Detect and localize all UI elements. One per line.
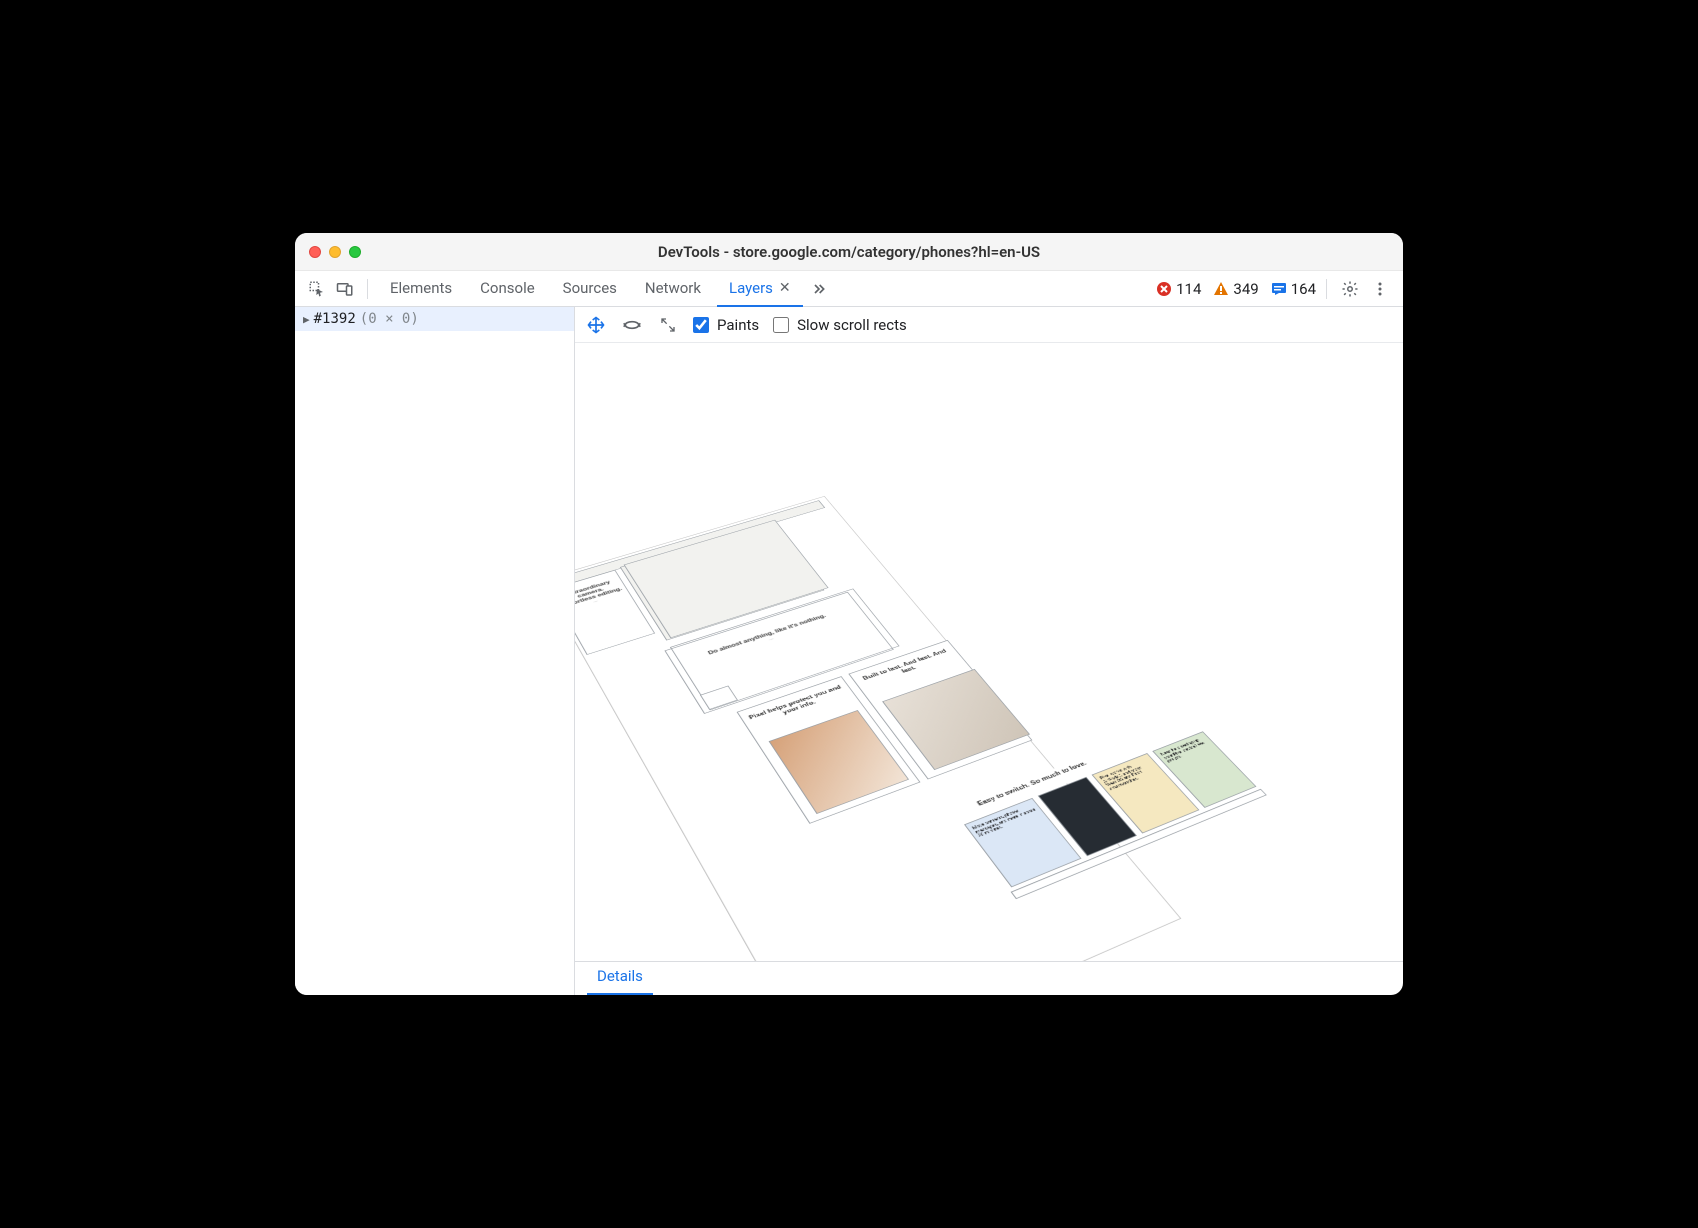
details-tab[interactable]: Details: [587, 959, 653, 995]
titlebar: DevTools - store.google.com/category/pho…: [295, 233, 1403, 271]
slow-scroll-checkbox[interactable]: Slow scroll rects: [773, 316, 907, 334]
inspect-element-icon[interactable]: [305, 277, 329, 301]
more-tabs-icon[interactable]: [807, 277, 831, 301]
tab-layers[interactable]: Layers ✕: [717, 271, 803, 307]
toolbar-separator: [1326, 279, 1327, 299]
card-green-text: Need help setting up your Pixel device? …: [1160, 737, 1212, 764]
error-count[interactable]: 114: [1156, 280, 1201, 298]
content-area: ▶ #1392 (0 × 0): [295, 307, 1403, 995]
error-icon: [1156, 281, 1172, 297]
disclosure-triangle-icon[interactable]: ▶: [303, 313, 310, 326]
close-tab-icon[interactable]: ✕: [779, 280, 791, 296]
layers-main: Paints Slow scroll rects Extraordina: [575, 307, 1403, 995]
tab-console[interactable]: Console: [468, 271, 547, 307]
devtools-toolbar: Elements Console Sources Network Layers …: [295, 271, 1403, 307]
layers-3d-viewport[interactable]: Extraordinary camera. Effortless editing…: [575, 343, 1403, 961]
warning-count[interactable]: 349: [1213, 280, 1258, 298]
status-group: 114 349 164: [1156, 280, 1316, 298]
tab-sources[interactable]: Sources: [551, 271, 629, 307]
tab-elements[interactable]: Elements: [378, 271, 464, 307]
tab-network[interactable]: Network: [633, 271, 713, 307]
paints-checkbox-input[interactable]: [693, 317, 709, 333]
message-count[interactable]: 164: [1271, 280, 1316, 298]
layers-3d-scene: Extraordinary camera. Effortless editing…: [615, 343, 1315, 961]
traffic-lights: [309, 246, 361, 258]
minimize-window-button[interactable]: [329, 246, 341, 258]
warning-icon: [1213, 281, 1229, 297]
devtools-window: DevTools - store.google.com/category/pho…: [295, 233, 1403, 995]
layer-id: #1392: [314, 311, 356, 327]
zoom-window-button[interactable]: [349, 246, 361, 258]
window-title: DevTools - store.google.com/category/pho…: [658, 243, 1040, 261]
slow-scroll-checkbox-input[interactable]: [773, 317, 789, 333]
layers-toolbar: Paints Slow scroll rects: [575, 307, 1403, 343]
device-toolbar-icon[interactable]: [333, 277, 357, 301]
more-options-icon[interactable]: [1367, 276, 1393, 302]
details-tabbar: Details: [575, 961, 1403, 995]
paints-checkbox[interactable]: Paints: [693, 316, 759, 334]
settings-icon[interactable]: [1337, 276, 1363, 302]
rotate-tool-icon[interactable]: [621, 314, 643, 336]
reset-view-icon[interactable]: [657, 314, 679, 336]
close-window-button[interactable]: [309, 246, 321, 258]
pan-tool-icon[interactable]: [585, 314, 607, 336]
card-yellow-text: Pixel works with AirPods® and most Wear …: [1100, 759, 1160, 792]
message-icon: [1271, 281, 1287, 297]
layer-dims: (0 × 0): [360, 311, 419, 327]
toolbar-separator: [367, 279, 368, 299]
layer-tree-root[interactable]: ▶ #1392 (0 × 0): [295, 307, 574, 331]
layers-tree[interactable]: ▶ #1392 (0 × 0): [295, 307, 575, 995]
